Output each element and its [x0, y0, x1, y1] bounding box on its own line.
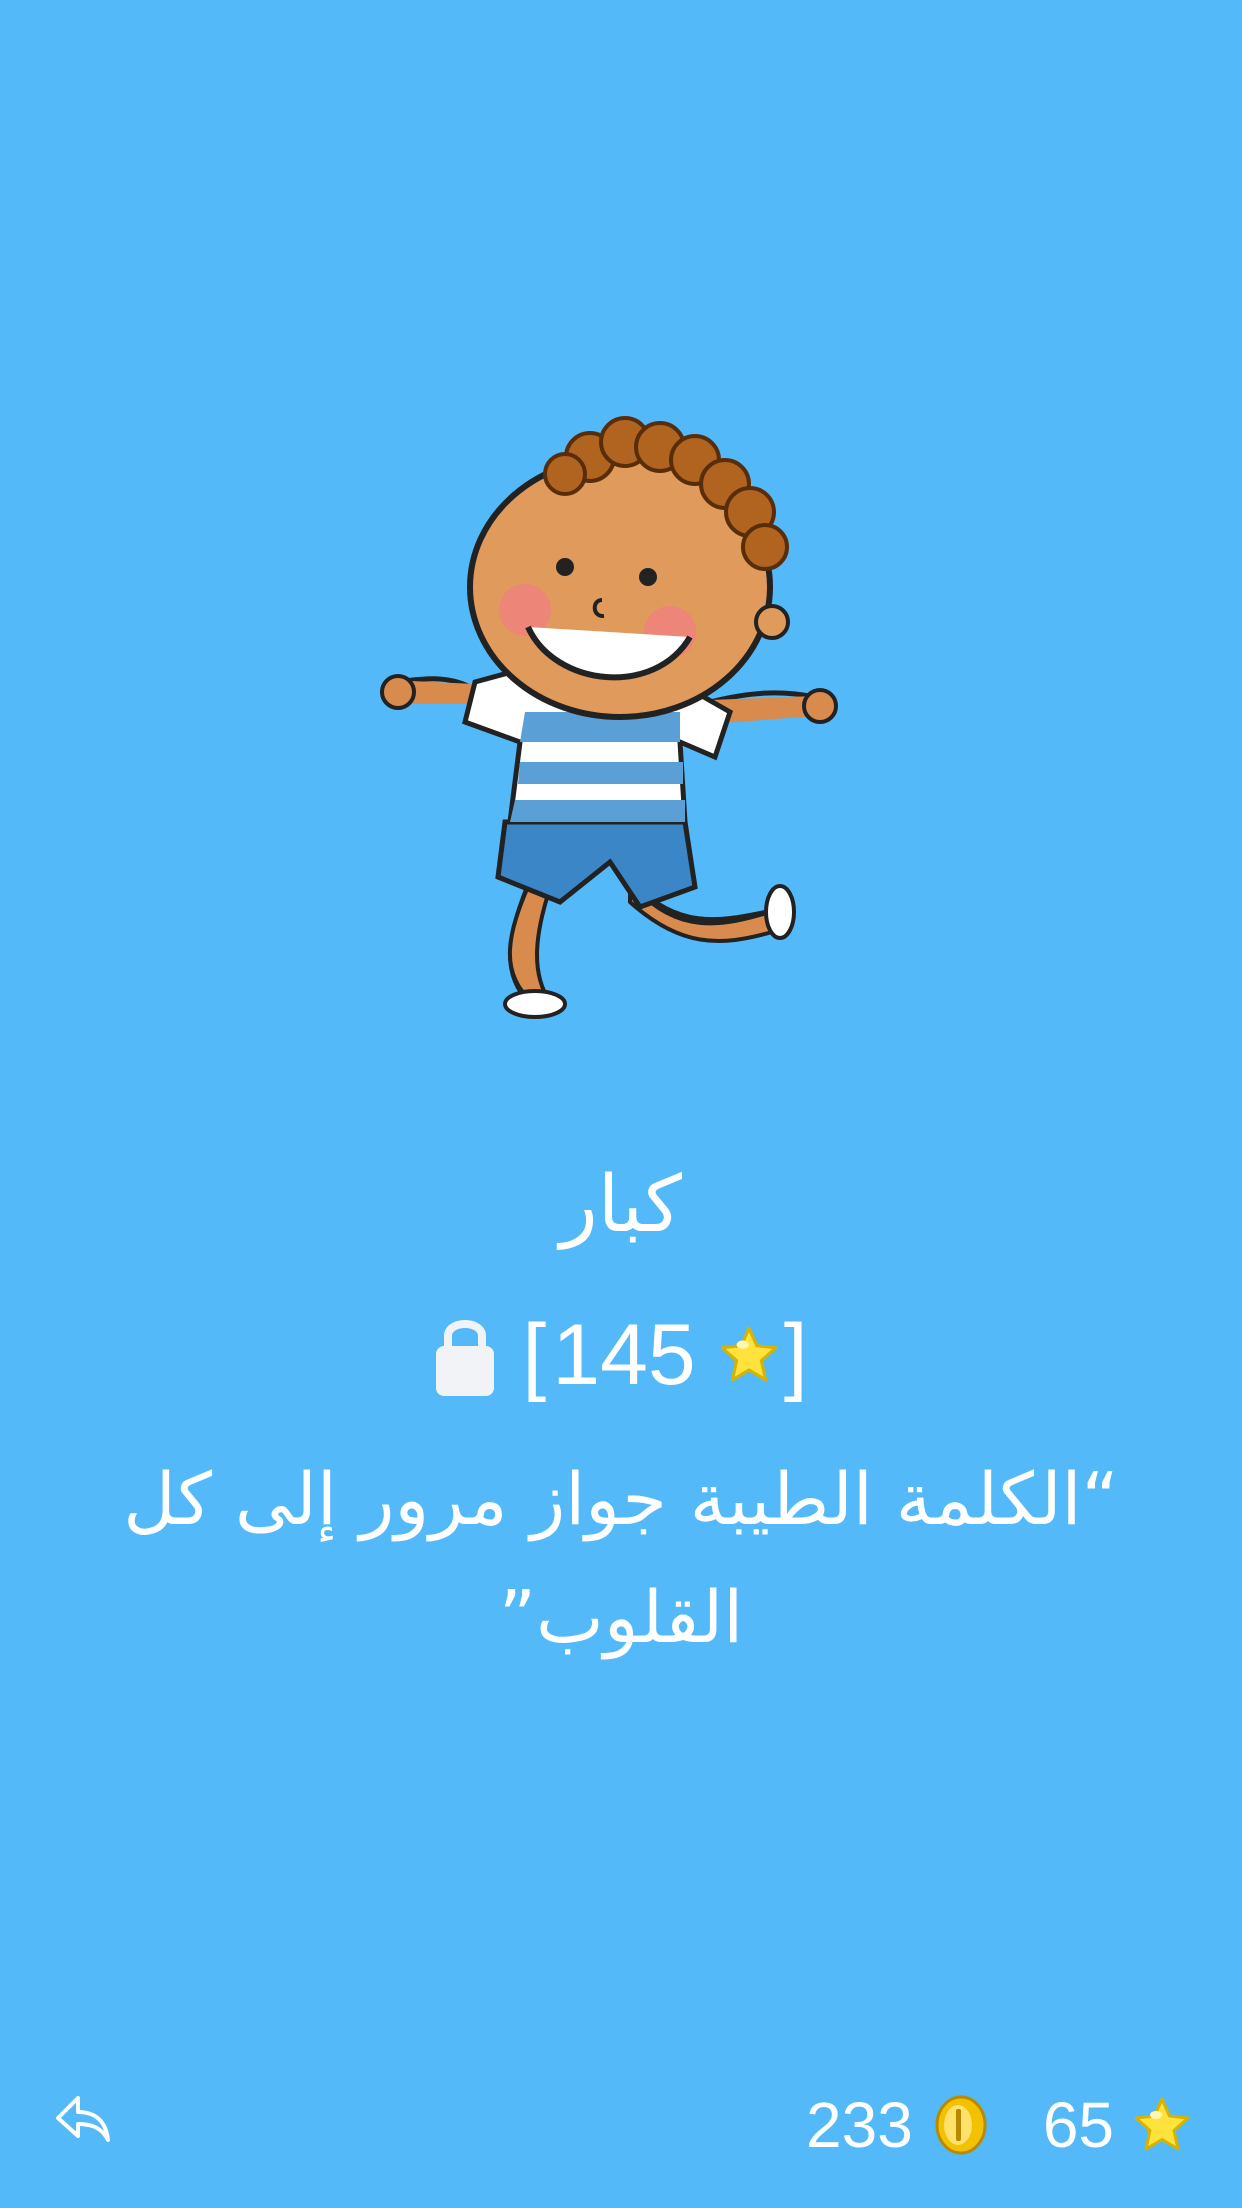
level-screen: كبار [ 145 ] “الكلمة الطيبة جواز مرور إل… [0, 0, 1242, 2208]
level-lock-requirement: [ 145 ] [0, 1300, 1242, 1410]
stars-value: 65 [1042, 2089, 1114, 2161]
bracket-close: ] [783, 1307, 808, 1403]
required-stars: [ 145 ] [522, 1305, 807, 1405]
star-icon [1134, 2097, 1190, 2151]
required-stars-value: 145 [552, 1307, 696, 1403]
bottom-bar: 233 65 [0, 2080, 1242, 2170]
stats-bar: 233 65 [806, 2080, 1192, 2170]
level-name: كبار [559, 1160, 683, 1250]
character-illustration [380, 412, 860, 1022]
reply-arrow-icon[interactable] [52, 2088, 114, 2150]
bracket-open: [ [522, 1307, 547, 1403]
coin-icon [935, 2095, 987, 2155]
stars-counter: 65 [1043, 2088, 1192, 2162]
coins-value: 233 [806, 2089, 913, 2161]
level-quote: “الكلمة الطيبة جواز مرور إلى كل القلوب” [123, 1457, 1119, 1659]
lock-icon [436, 1320, 495, 1396]
coins-counter: 233 [806, 2088, 991, 2162]
star-icon [720, 1326, 778, 1382]
boy-illustration [380, 416, 838, 1019]
